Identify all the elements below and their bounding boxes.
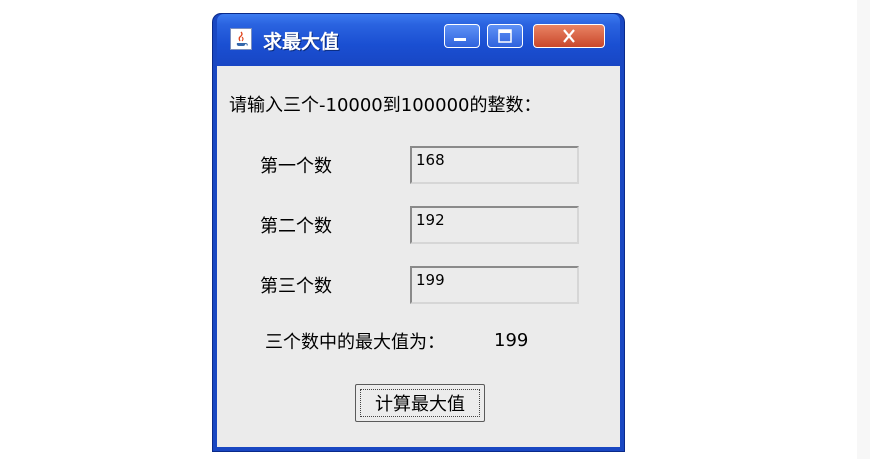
- maximize-button[interactable]: [487, 24, 523, 48]
- result-label: 三个数中的最大值为：: [265, 332, 445, 353]
- second-number-input[interactable]: [410, 206, 579, 244]
- minimize-button[interactable]: [444, 24, 480, 48]
- close-icon: [563, 29, 575, 43]
- java-coffee-cup-icon[interactable]: [230, 28, 252, 50]
- maximize-icon: [498, 29, 512, 43]
- minimize-icon: [454, 38, 466, 41]
- third-number-label: 第三个数: [260, 276, 332, 297]
- first-number-input[interactable]: [410, 146, 579, 184]
- app-window: 求最大值 请输入三个-10000到100000的整数： 第一个数 第二个数 第三…: [213, 14, 624, 451]
- title-bar[interactable]: 求最大值: [217, 14, 620, 66]
- close-button[interactable]: [533, 24, 605, 48]
- second-number-label: 第二个数: [260, 216, 332, 237]
- result-value: 199: [494, 330, 529, 351]
- first-number-label: 第一个数: [260, 156, 332, 177]
- form-panel: 请输入三个-10000到100000的整数： 第一个数 第二个数 第三个数 三个…: [217, 66, 620, 447]
- window-title: 求最大值: [263, 31, 340, 53]
- third-number-input[interactable]: [410, 266, 579, 304]
- instruction-text: 请输入三个-10000到100000的整数：: [229, 95, 542, 116]
- background-strip: [857, 0, 870, 459]
- compute-max-button[interactable]: 计算最大值: [355, 384, 485, 422]
- focus-ring: [360, 389, 480, 417]
